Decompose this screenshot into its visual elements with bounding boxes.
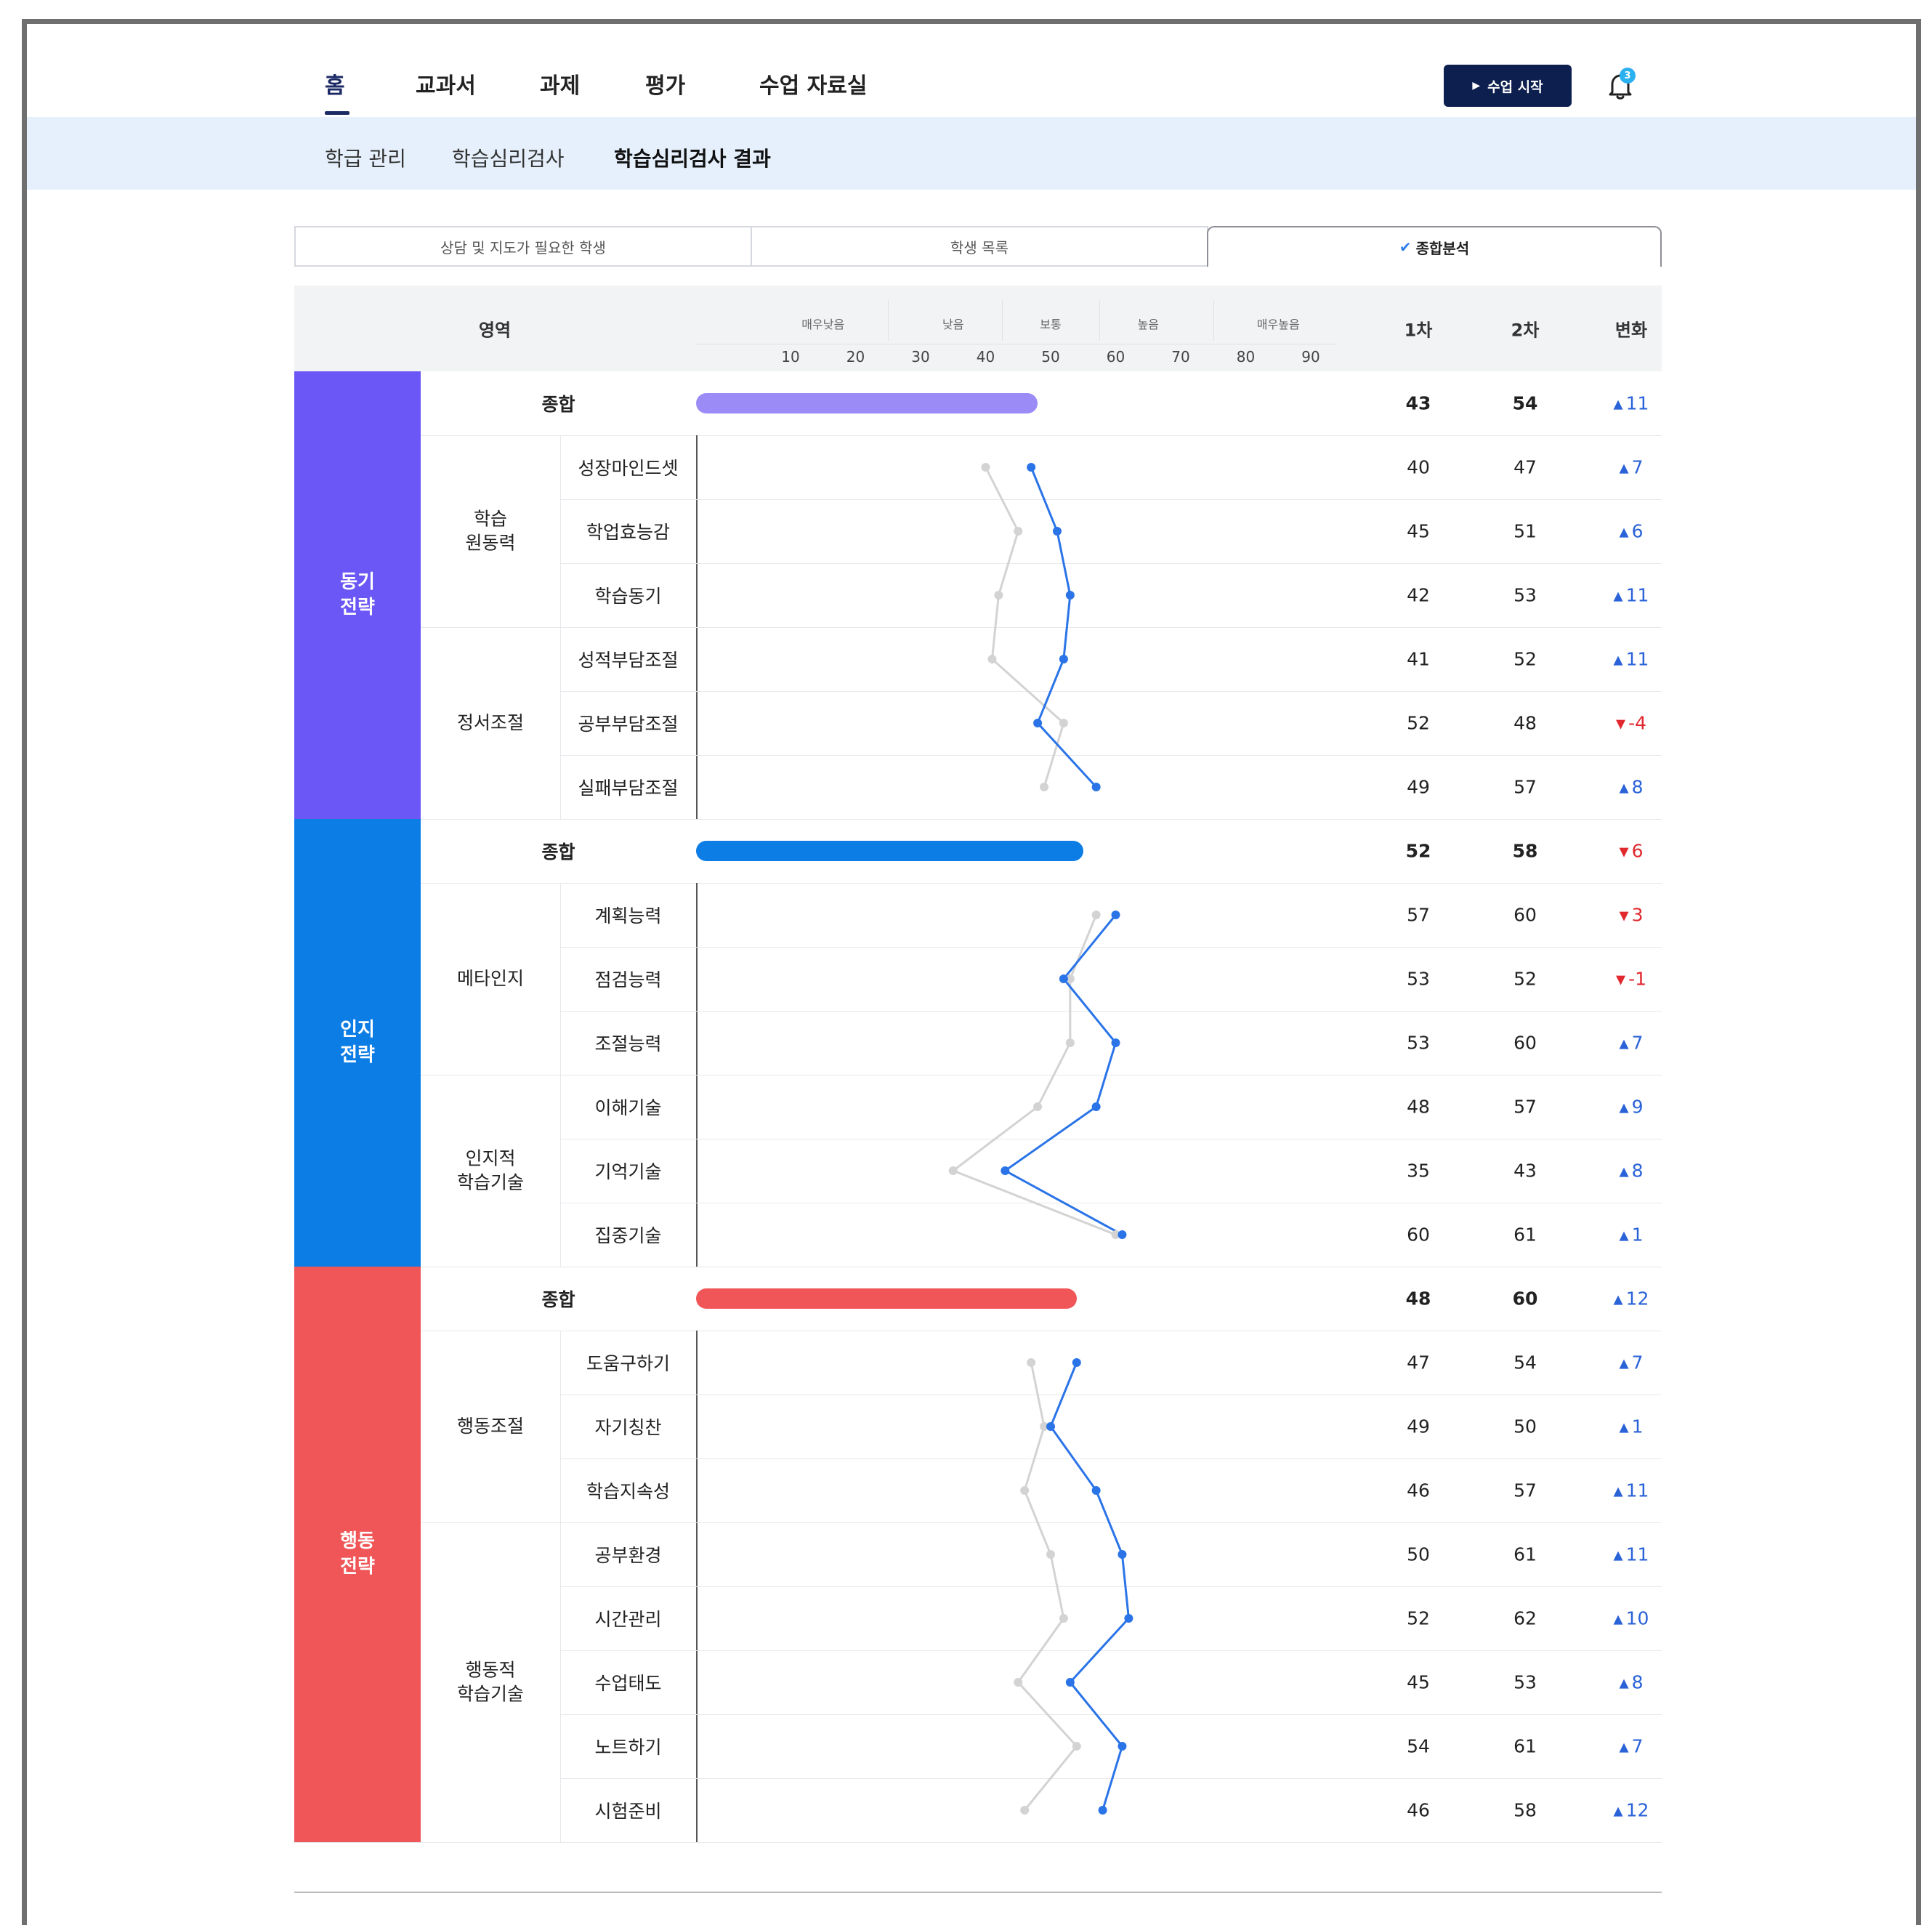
second-score-point [1059,655,1068,663]
first-score-point [1033,1102,1043,1111]
first-score-point [1065,1038,1075,1047]
first-score-point [987,655,997,663]
first-score-point [1027,1358,1036,1367]
first-score-point [1020,1806,1030,1815]
nav-tab-textbook[interactable]: 교과서 [416,68,476,100]
first-score-point [981,463,990,472]
second-score-point [1027,463,1036,472]
second-score-point [1111,911,1120,919]
active-tab-indicator [325,111,349,115]
second-score-point [1098,1806,1107,1815]
score-line-chart [948,463,1133,1815]
second-score-point [1091,783,1101,791]
tab-comprehensive-analysis[interactable]: ✔ 종합분석 [1207,226,1662,267]
start-class-label: 수업 시작 [1487,78,1543,95]
nav-tab-home[interactable]: 홈 [325,68,345,100]
tab-students-needing-counsel[interactable]: 상담 및 지도가 필요한 학생 [294,226,752,267]
second-score-line [1003,914,1123,1236]
first-score-point [1072,1742,1081,1751]
second-score-point [1111,1038,1120,1047]
second-score-point [1091,1486,1101,1495]
second-score-point [1033,719,1043,727]
second-score-point [1072,1358,1081,1367]
start-class-button[interactable]: ▶ 수업 시작 [1444,65,1572,107]
second-score-point [1046,1422,1055,1431]
nav-tab-evaluation[interactable]: 평가 [645,68,685,100]
first-score-point [1014,527,1023,536]
tab-student-list[interactable]: 학생 목록 [751,226,1208,267]
first-score-point [1091,911,1101,919]
second-score-point [1065,591,1075,600]
second-score-point [1091,1102,1101,1111]
first-score-point [1059,1614,1068,1623]
page-frame: 홈 교과서 과제 평가 수업 자료실 ▶ 수업 시작 3 학급 관리 학습심리검… [22,19,1921,1925]
first-score-point [994,591,1003,600]
notification-badge: 3 [1620,68,1636,84]
second-score-point [1124,1614,1133,1623]
second-score-point [1052,527,1062,536]
first-score-point [948,1166,958,1175]
second-score-line [1049,1362,1130,1811]
results-table: 영역 1차 2차 변화 매우낮음 낮음 보통 높음 매우높음 10 20 30 40 50 60 70… [294,286,1662,1847]
second-score-point [1059,974,1068,983]
first-score-point [1014,1678,1023,1687]
second-score-point [1117,1550,1127,1559]
subnav-psych-test[interactable]: 학습심리검사 [452,143,565,172]
check-icon: ✔ [1399,238,1412,256]
first-score-point [1040,783,1049,791]
second-score-point [1065,1678,1075,1687]
tab-comprehensive-label: 종합분석 [1415,239,1470,257]
first-score-point [1020,1486,1030,1495]
subnav-psych-test-result[interactable]: 학습심리검사 결과 [614,143,771,172]
first-score-point [1059,719,1068,727]
second-score-point [1001,1166,1010,1175]
bottom-divider [294,1892,1662,1893]
second-score-point [1117,1742,1127,1751]
second-score-point [1117,1230,1127,1239]
play-icon: ▶ [1472,80,1481,92]
sub-nav: 학급 관리 학습심리검사 학습심리검사 결과 [27,117,1916,190]
first-score-line [1016,1362,1078,1811]
nav-tab-assignment[interactable]: 과제 [540,68,580,100]
nav-tab-materials[interactable]: 수업 자료실 [759,68,867,100]
top-nav: 홈 교과서 과제 평가 수업 자료실 ▶ 수업 시작 3 [27,24,1916,117]
subnav-class-management[interactable]: 학급 관리 [325,143,406,172]
first-score-point [1046,1550,1055,1559]
second-score-line [1030,467,1097,788]
